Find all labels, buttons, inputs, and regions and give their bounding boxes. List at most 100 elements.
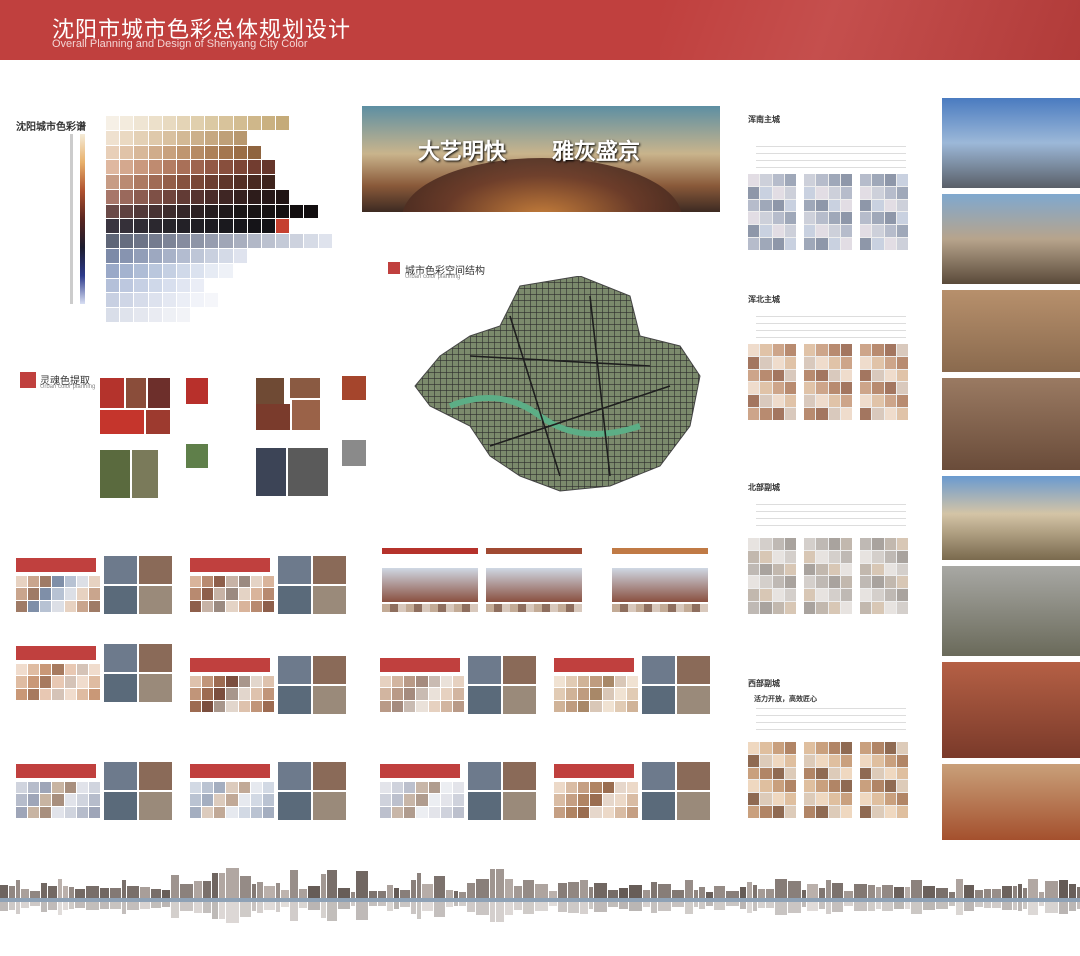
panel-swatch — [760, 174, 772, 186]
district-card-swatches — [16, 664, 100, 700]
skyline-building — [832, 883, 843, 898]
district-photo — [104, 556, 137, 584]
skyline-reflection — [923, 902, 935, 910]
skyline-reflection — [802, 902, 806, 907]
panel-swatch — [828, 395, 840, 408]
district-photo — [468, 656, 501, 684]
panel-swatch — [840, 589, 852, 602]
district-photo — [642, 686, 675, 714]
skyline-building — [41, 883, 47, 898]
panel-swatch — [772, 408, 784, 420]
district-swatch — [76, 806, 88, 818]
panel-swatch — [804, 356, 816, 369]
panel-swatch — [772, 767, 784, 780]
panel-swatch — [884, 780, 896, 793]
panel-swatch — [804, 589, 816, 602]
district-card — [552, 652, 712, 718]
district-swatch — [214, 782, 226, 794]
skyline-building — [75, 889, 85, 898]
district-swatch — [566, 676, 578, 688]
district-swatch — [28, 588, 40, 600]
skyline-reflection — [882, 902, 893, 911]
skyline-reflection — [467, 902, 475, 912]
district-swatch — [238, 782, 250, 794]
panel-swatch — [748, 550, 760, 563]
architecture-strip — [382, 604, 478, 612]
panel-swatch — [872, 742, 884, 754]
panel-swatch — [772, 186, 784, 199]
panel-swatch — [828, 344, 840, 356]
district-photo — [642, 792, 675, 820]
skyline-reflection — [984, 902, 991, 908]
skyline-reflection — [747, 902, 752, 913]
district-photo — [468, 792, 501, 820]
district-swatch — [626, 806, 638, 818]
skyline-reflection — [48, 902, 57, 910]
skyline-reflection — [75, 902, 85, 908]
district-swatch — [214, 794, 226, 806]
panel-swatch — [884, 589, 896, 602]
panel-swatch — [860, 369, 872, 382]
skyline-reflection — [127, 902, 139, 910]
panel-swatch — [772, 369, 784, 382]
panel-swatch — [872, 767, 884, 780]
skyline-building — [110, 888, 121, 898]
district-swatch — [554, 806, 566, 818]
panel-swatch — [748, 806, 760, 818]
panel-swatch — [772, 754, 784, 767]
district-swatch — [52, 806, 64, 818]
skyline-reflection — [894, 902, 904, 909]
panel-swatch-group — [860, 344, 908, 420]
panel-swatch — [860, 602, 872, 614]
district-swatch — [380, 782, 392, 794]
district-swatch — [52, 676, 64, 688]
panel-swatch — [816, 576, 828, 589]
district-swatch — [452, 676, 464, 688]
photo-dome-city — [942, 476, 1080, 560]
panel-swatch — [816, 602, 828, 614]
skyline-building — [48, 886, 57, 898]
panel-4-subtitle: 活力开放，高效匠心 — [754, 695, 817, 703]
skyline-reflection — [844, 902, 853, 906]
district-swatch — [88, 782, 100, 794]
skyline-building — [281, 890, 289, 898]
panel-swatch — [828, 602, 840, 614]
district-swatch — [52, 794, 64, 806]
district-swatch — [626, 700, 638, 712]
district-photo — [139, 644, 172, 672]
panel-swatch — [784, 238, 796, 250]
skyline-building — [394, 888, 399, 898]
skyline-reflection — [446, 902, 453, 907]
panel-swatch — [896, 344, 908, 356]
skyline-building — [964, 885, 974, 898]
panel-swatch — [772, 793, 784, 806]
district-swatch — [428, 794, 440, 806]
panel-2-text — [756, 316, 906, 342]
photo-city-aerial-1 — [942, 194, 1080, 284]
skyline-reflection — [726, 902, 739, 906]
skyline-reflection — [276, 902, 280, 912]
panel-swatch — [828, 382, 840, 395]
district-swatch — [416, 676, 428, 688]
panel-swatch — [784, 793, 796, 806]
skyline-reflection — [257, 902, 263, 913]
panel-swatch — [804, 186, 816, 199]
panel-swatch — [816, 780, 828, 793]
panel-4-text — [756, 708, 906, 734]
district-card-swatches — [16, 782, 100, 818]
skyline-building — [203, 881, 211, 898]
skyline-reflection — [694, 902, 698, 907]
panel-swatch — [840, 344, 852, 356]
district-swatch — [590, 806, 602, 818]
skyline-reflection — [1018, 902, 1022, 911]
panel-swatch — [772, 225, 784, 238]
panel-swatch — [772, 576, 784, 589]
district-swatch — [262, 794, 274, 806]
district-swatch — [578, 782, 590, 794]
panel-swatch — [828, 225, 840, 238]
panel-swatch — [772, 742, 784, 754]
panel-swatch — [860, 238, 872, 250]
skyline-reflection — [30, 902, 40, 906]
district-swatch — [202, 600, 214, 612]
district-swatch — [28, 664, 40, 676]
